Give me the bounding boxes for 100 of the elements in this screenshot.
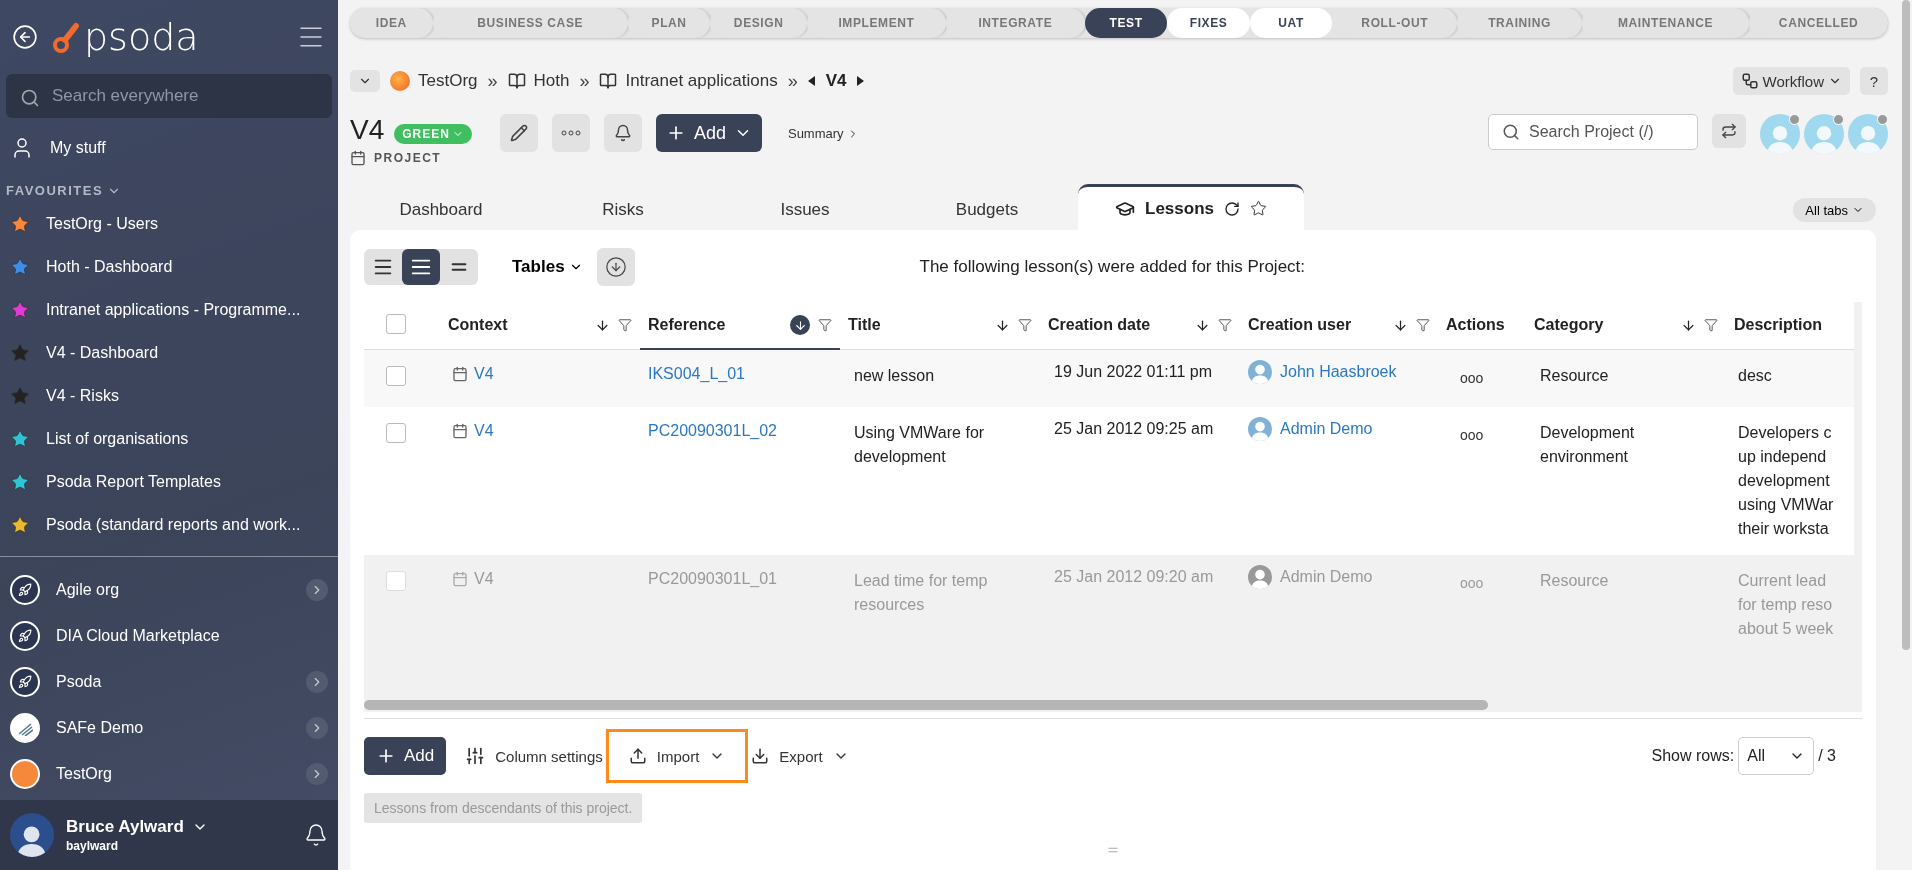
- filter-icon[interactable]: [1704, 318, 1718, 333]
- team-avatar[interactable]: [1760, 114, 1800, 154]
- stage-step[interactable]: PLAN: [627, 8, 711, 38]
- expand-icon[interactable]: [306, 671, 328, 693]
- all-tabs-button[interactable]: All tabs: [1793, 198, 1876, 222]
- rows-select[interactable]: All: [1738, 737, 1815, 775]
- help-button[interactable]: ?: [1860, 67, 1888, 95]
- more-icon: [560, 130, 581, 136]
- tab[interactable]: Dashboard: [350, 190, 532, 230]
- team-avatar[interactable]: [1804, 114, 1844, 154]
- filter-icon[interactable]: [1018, 318, 1032, 333]
- stage-step[interactable]: UAT: [1249, 8, 1333, 38]
- favourite-item[interactable]: V4 - Risks: [0, 374, 338, 417]
- stage-step[interactable]: ROLL-OUT: [1332, 8, 1458, 38]
- sort-icon[interactable]: [1681, 317, 1696, 333]
- psoda-logo[interactable]: psoda: [52, 15, 199, 59]
- filter-icon[interactable]: [818, 318, 832, 332]
- favourite-item[interactable]: Psoda (standard reports and work...: [0, 503, 338, 546]
- next-icon[interactable]: [856, 76, 865, 86]
- stage-step[interactable]: TEST: [1084, 8, 1168, 38]
- sort-icon[interactable]: [995, 317, 1010, 333]
- favourite-item[interactable]: Intranet applications - Programme...: [0, 288, 338, 331]
- tab[interactable]: Budgets: [896, 190, 1078, 230]
- select-all-checkbox[interactable]: [386, 314, 406, 335]
- column-settings-button[interactable]: Column settings: [462, 729, 606, 783]
- add-button[interactable]: Add: [364, 737, 447, 775]
- user-link[interactable]: Admin Demo: [1280, 416, 1373, 441]
- export-button[interactable]: Export: [748, 729, 852, 783]
- tab[interactable]: Risks: [532, 190, 714, 230]
- filter-icon[interactable]: [1416, 318, 1430, 333]
- favourite-item[interactable]: List of organisations: [0, 417, 338, 460]
- bell-button[interactable]: [603, 114, 642, 152]
- breadcrumb-link[interactable]: Intranet applications: [599, 71, 778, 91]
- switch-button[interactable]: [1712, 114, 1746, 148]
- sort-icon[interactable]: [595, 317, 610, 333]
- tab[interactable]: Issues: [714, 190, 896, 230]
- scrollbar[interactable]: [1902, 0, 1910, 650]
- stage-step[interactable]: MAINTENANCE: [1582, 8, 1750, 38]
- user-name[interactable]: Bruce Aylward: [66, 817, 184, 837]
- tables-menu[interactable]: Tables: [506, 256, 589, 278]
- user-link[interactable]: John Haasbroek: [1280, 359, 1397, 384]
- collapse-button[interactable]: [350, 70, 380, 92]
- expand-icon[interactable]: [306, 717, 328, 739]
- project-icon: [452, 365, 468, 382]
- back-icon[interactable]: [12, 24, 38, 50]
- favourite-item[interactable]: V4 - Dashboard: [0, 331, 338, 374]
- stage-step[interactable]: CANCELLED: [1749, 8, 1888, 38]
- sort-active-icon[interactable]: [790, 315, 810, 335]
- edit-button[interactable]: [499, 114, 538, 152]
- stage-step[interactable]: BUSINESS CASE: [432, 8, 628, 38]
- horizontal-scrollbar[interactable]: [364, 700, 1488, 710]
- favourite-item[interactable]: TestOrg - Users: [0, 202, 338, 245]
- favourites-heading[interactable]: FAVOURITES: [6, 183, 104, 198]
- sort-icon[interactable]: [1195, 317, 1210, 333]
- team-avatar[interactable]: [1848, 114, 1888, 154]
- reference-link[interactable]: IKS004_L_01: [648, 365, 745, 382]
- more-button[interactable]: [551, 114, 590, 152]
- stage-step[interactable]: INTEGRATE: [945, 8, 1085, 38]
- favourite-item[interactable]: Psoda Report Templates: [0, 460, 338, 503]
- workflow-button[interactable]: Workflow: [1732, 67, 1850, 95]
- row-checkbox[interactable]: [386, 365, 406, 386]
- actions-button[interactable]: ooo: [1460, 369, 1484, 386]
- summary-link[interactable]: Summary: [787, 126, 859, 141]
- sort-icon[interactable]: [1393, 317, 1408, 333]
- view-mode-button[interactable]: [402, 249, 440, 285]
- context-link[interactable]: V4: [474, 418, 494, 443]
- star-icon[interactable]: [1250, 200, 1267, 217]
- add-button[interactable]: Add: [655, 114, 762, 152]
- stage-step[interactable]: FIXES: [1167, 8, 1250, 38]
- stage-step[interactable]: DESIGN: [710, 8, 807, 38]
- notification-bell-icon[interactable]: [304, 823, 328, 847]
- organisation-item[interactable]: Agile org: [0, 567, 338, 613]
- stage-step[interactable]: TRAINING: [1457, 8, 1582, 38]
- filter-icon[interactable]: [618, 318, 632, 333]
- my-stuff-link[interactable]: My stuff: [0, 126, 338, 169]
- actions-button[interactable]: ooo: [1460, 426, 1484, 443]
- row-checkbox[interactable]: [386, 422, 406, 443]
- stage-step[interactable]: IDEA: [350, 8, 433, 38]
- import-button[interactable]: Import: [605, 729, 749, 783]
- breadcrumb-link[interactable]: TestOrg: [390, 71, 478, 91]
- organisation-item[interactable]: SAFe Demo: [0, 705, 338, 751]
- reference-link[interactable]: PC20090301L_02: [648, 421, 777, 439]
- stage-step[interactable]: IMPLEMENT: [806, 8, 946, 38]
- context-link[interactable]: V4: [474, 361, 494, 386]
- user-avatar: [1248, 416, 1272, 441]
- download-button[interactable]: [596, 248, 635, 286]
- organisation-item[interactable]: Psoda: [0, 659, 338, 705]
- organisation-item[interactable]: TestOrg: [0, 751, 338, 797]
- filter-icon[interactable]: [1218, 318, 1232, 333]
- refresh-icon[interactable]: [1224, 200, 1240, 217]
- expand-icon[interactable]: [306, 763, 328, 785]
- tab[interactable]: Lessons: [1078, 184, 1304, 230]
- search-project-field[interactable]: Search Project (/): [1488, 114, 1698, 150]
- user-avatar[interactable]: [10, 813, 54, 857]
- previous-icon[interactable]: [807, 76, 816, 86]
- organisation-item[interactable]: DIA Cloud Marketplace: [0, 613, 338, 659]
- breadcrumb-link[interactable]: Hoth: [507, 71, 570, 91]
- expand-icon[interactable]: [306, 579, 328, 601]
- search-field[interactable]: Search everywhere: [6, 74, 332, 118]
- favourite-item[interactable]: Hoth - Dashboard: [0, 245, 338, 288]
